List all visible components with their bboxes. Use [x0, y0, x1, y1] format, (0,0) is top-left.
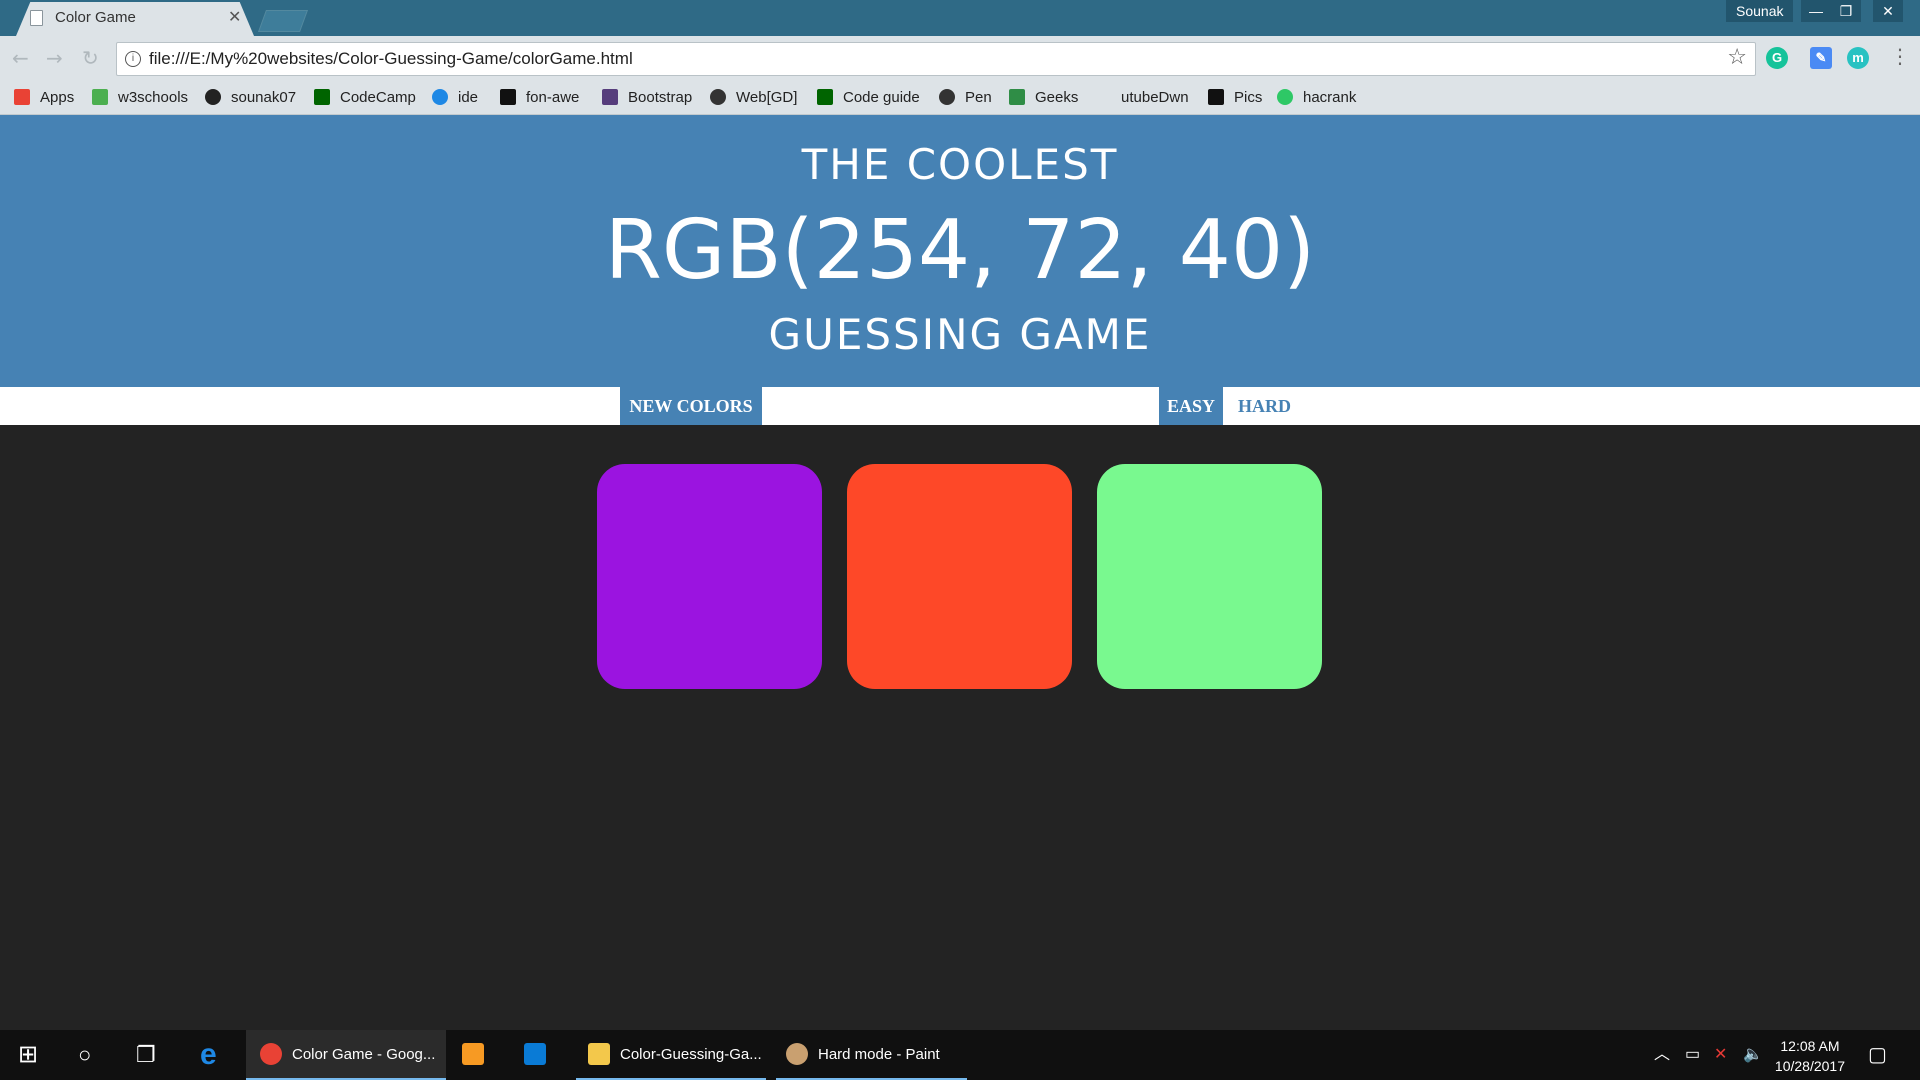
geeks-icon — [1009, 89, 1025, 105]
title-bottom: Guessing Game — [768, 310, 1152, 359]
sublime-icon — [462, 1043, 484, 1065]
tab-close-icon[interactable]: ✕ — [228, 7, 241, 26]
cortana-icon[interactable]: ○ — [78, 1030, 91, 1080]
hard-mode-button[interactable]: Hard — [1230, 387, 1299, 425]
grammarly-icon[interactable]: G — [1766, 47, 1788, 69]
apps-grid-icon — [14, 89, 30, 105]
codepen-icon — [939, 89, 955, 105]
back-icon[interactable]: ← — [12, 46, 29, 70]
paint-icon — [786, 1043, 808, 1065]
bookmark-star-icon[interactable]: ☆ — [1727, 45, 1747, 70]
control-stripe: New Colors Easy Hard — [0, 387, 1920, 425]
title-top: The Coolest — [801, 140, 1119, 189]
codeguide-icon — [817, 89, 833, 105]
forward-icon[interactable]: → — [46, 46, 63, 70]
new-tab-button[interactable] — [257, 10, 309, 32]
bookmark-pen[interactable]: Pen — [939, 89, 992, 106]
restore-button[interactable]: ❐ — [1831, 0, 1861, 22]
taskbar-explorer[interactable]: Color-Guessing-Ga... — [576, 1030, 766, 1080]
bookmark-sounak07[interactable]: sounak07 — [205, 89, 296, 106]
bookmark-apps[interactable]: Apps — [14, 89, 74, 106]
color-square-3[interactable] — [1097, 464, 1322, 689]
info-icon[interactable]: i — [125, 51, 141, 67]
codecamp-icon — [314, 89, 330, 105]
taskbar-chrome[interactable]: Color Game - Goog... — [246, 1030, 446, 1080]
volume-icon[interactable]: 🔈 — [1743, 1030, 1763, 1080]
browser-titlebar: Color Game ✕ Sounak — ❐ ✕ — [0, 0, 1920, 36]
game-header: The Coolest RGB(254, 72, 40) Guessing Ga… — [0, 115, 1920, 387]
folder-icon — [588, 1043, 610, 1065]
chrome-menu-icon[interactable]: ⋮ — [1890, 44, 1910, 68]
windows-taskbar: ⊞ ○ ❐ e Color Game - Goog... Color-Guess… — [0, 1030, 1920, 1080]
extension-icon[interactable]: ✎ — [1810, 47, 1832, 69]
bookmark-codecamp[interactable]: CodeCamp — [314, 89, 416, 106]
tray-chevron-icon[interactable]: ︿ — [1654, 1030, 1670, 1080]
network-icon[interactable]: ✕ — [1714, 1030, 1727, 1080]
bookmark-fon-awe[interactable]: fon-awe — [500, 89, 579, 106]
app-icon — [524, 1043, 546, 1065]
close-window-button[interactable]: ✕ — [1873, 0, 1903, 22]
bookmark-code-guide[interactable]: Code guide — [817, 89, 920, 106]
battery-icon[interactable]: ▭ — [1685, 1030, 1700, 1080]
color-square-1[interactable] — [597, 464, 822, 689]
windows-start-icon[interactable]: ⊞ — [18, 1030, 38, 1080]
bookmark-utubedwn[interactable]: utubeDwn — [1095, 89, 1189, 106]
address-bar[interactable]: i file:///E:/My%20websites/Color-Guessin… — [116, 42, 1756, 76]
profile-button[interactable]: Sounak — [1726, 0, 1794, 22]
chrome-icon — [260, 1043, 282, 1065]
minimize-button[interactable]: — — [1801, 0, 1831, 22]
page-icon — [30, 10, 43, 26]
new-colors-button[interactable]: New Colors — [620, 387, 762, 425]
flag-icon — [500, 89, 516, 105]
bookmark-pics[interactable]: Pics — [1208, 89, 1262, 106]
taskbar-app[interactable] — [524, 1030, 556, 1080]
task-view-icon[interactable]: ❐ — [136, 1030, 156, 1080]
system-clock[interactable]: 12:08 AM 10/28/2017 — [1775, 1036, 1845, 1076]
taskbar-sublime[interactable] — [462, 1030, 494, 1080]
bookmarks-bar: Apps w3schools sounak07 CodeCamp ide fon… — [0, 80, 1920, 115]
camera-icon — [1208, 89, 1224, 105]
tab-title: Color Game — [55, 9, 136, 26]
w3schools-icon — [92, 89, 108, 105]
cloud-icon — [432, 89, 448, 105]
clock-time: 12:08 AM — [1780, 1038, 1840, 1054]
bookmark-geeks[interactable]: Geeks — [1009, 89, 1078, 106]
bootstrap-icon — [602, 89, 618, 105]
bookmark-ide[interactable]: ide — [432, 89, 478, 106]
bookmark-web-gd[interactable]: Web[GD] — [710, 89, 797, 106]
mercury-icon[interactable]: m — [1847, 47, 1869, 69]
color-square-2[interactable] — [847, 464, 1072, 689]
bookmark-hacrank[interactable]: hacrank — [1277, 89, 1356, 106]
web-icon — [710, 89, 726, 105]
url-text[interactable]: file:///E:/My%20websites/Color-Guessing-… — [149, 49, 633, 69]
clock-date: 10/28/2017 — [1774, 1058, 1845, 1074]
rgb-target-display: RGB(254, 72, 40) — [604, 203, 1316, 298]
hackerrank-icon — [1277, 89, 1293, 105]
taskbar-paint[interactable]: Hard mode - Paint — [776, 1030, 967, 1080]
blank-icon — [1095, 89, 1111, 105]
notifications-icon[interactable]: ▢ — [1868, 1030, 1887, 1080]
reload-icon[interactable]: ↻ — [82, 46, 99, 70]
easy-mode-button[interactable]: Easy — [1159, 387, 1223, 425]
bookmark-w3schools[interactable]: w3schools — [92, 89, 188, 106]
bookmark-bootstrap[interactable]: Bootstrap — [602, 89, 692, 106]
edge-icon[interactable]: e — [200, 1030, 217, 1080]
github-icon — [205, 89, 221, 105]
